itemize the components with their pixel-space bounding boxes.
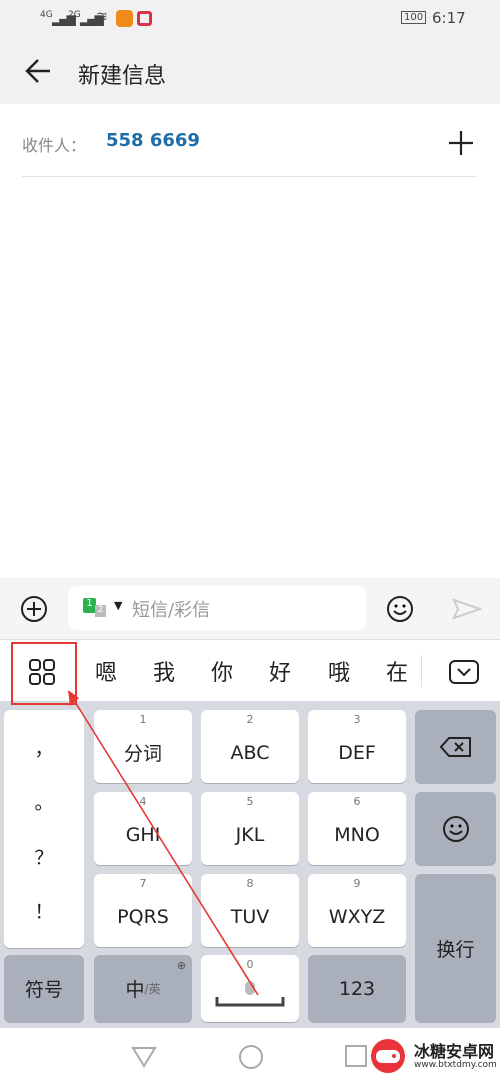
globe-icon: ⊕ xyxy=(176,959,186,972)
app-notification-icon xyxy=(116,10,133,27)
lang-sub: /英 xyxy=(144,982,161,996)
key-number: 4 xyxy=(139,795,147,808)
watermark-url: www.btxtdmy.com xyxy=(414,1060,497,1070)
key-label: 分词 xyxy=(123,743,162,765)
watermark-name: 冰糖安卓网 xyxy=(414,1042,495,1061)
symbols-key[interactable]: 符号 xyxy=(4,955,84,1022)
emoji-icon xyxy=(442,815,469,842)
punct-key[interactable]: 。 xyxy=(34,788,53,815)
compose-bar: 1 2 ▼ 短信/彩信 xyxy=(0,578,500,640)
recipient-label: 收件人： xyxy=(22,136,87,155)
key-label: GHI xyxy=(125,823,161,846)
divider xyxy=(22,176,477,177)
numbers-key[interactable]: 123 xyxy=(308,955,406,1022)
punct-key[interactable]: ， xyxy=(34,734,53,761)
navigation-bar: 冰糖安卓网 www.btxtdmy.com xyxy=(0,1028,500,1084)
candidate-word[interactable]: 你 xyxy=(211,655,233,687)
recents-nav-icon[interactable] xyxy=(344,1044,368,1068)
candidate-bar: 嗯 我 你 好 哦 在 xyxy=(0,641,500,701)
home-nav-icon[interactable] xyxy=(238,1044,264,1070)
key-label: ABC xyxy=(230,741,270,764)
add-contact-icon[interactable] xyxy=(448,130,474,156)
space-key[interactable]: 0 xyxy=(201,955,299,1022)
key-number: 8 xyxy=(246,877,254,890)
app-notification-icon xyxy=(137,11,152,26)
send-icon[interactable] xyxy=(452,598,482,620)
key-number: 9 xyxy=(353,877,361,890)
key-number: 5 xyxy=(246,795,254,808)
signal-2g-icon: 2G xyxy=(68,10,81,20)
caret-down-icon[interactable]: ▼ xyxy=(114,599,122,612)
key-8[interactable]: 8 TUV xyxy=(201,874,299,947)
message-placeholder: 短信/彩信 xyxy=(132,600,211,621)
back-nav-icon[interactable] xyxy=(131,1046,157,1068)
candidate-word[interactable]: 哦 xyxy=(328,655,350,687)
hide-keyboard-icon[interactable] xyxy=(449,660,479,684)
key-label: TUV xyxy=(230,905,270,928)
candidate-word[interactable]: 嗯 xyxy=(95,655,117,687)
back-arrow-icon[interactable] xyxy=(24,58,52,84)
backspace-key[interactable] xyxy=(415,710,496,783)
watermark-logo: 冰糖安卓网 www.btxtdmy.com xyxy=(368,1036,500,1080)
add-attachment-icon[interactable] xyxy=(20,595,48,623)
key-number: 6 xyxy=(353,795,361,808)
key-label: JKL xyxy=(235,823,265,846)
recipient-row[interactable]: 收件人： 558 6669 xyxy=(0,104,500,178)
backspace-icon xyxy=(439,736,471,757)
message-area xyxy=(0,178,500,578)
punct-key[interactable]: ！ xyxy=(34,897,53,924)
key-7[interactable]: 7 PQRS xyxy=(94,874,192,947)
language-switch-key[interactable]: 中/英 ⊕ xyxy=(94,955,192,1022)
punct-key[interactable]: ？ xyxy=(34,843,53,870)
key-number: 2 xyxy=(246,713,254,726)
app-bar: 新建信息 xyxy=(0,38,500,104)
key-number: 7 xyxy=(139,877,147,890)
clock: 6:17 xyxy=(432,9,466,27)
key-number: 1 xyxy=(139,713,147,726)
key-4[interactable]: 4 GHI xyxy=(94,792,192,865)
sim-card-2-icon: 2 xyxy=(95,605,106,617)
key-3[interactable]: 3 DEF xyxy=(308,710,406,783)
divider xyxy=(421,655,422,687)
space-microphone-icon xyxy=(215,980,285,1006)
message-input[interactable]: 1 2 ▼ 短信/彩信 xyxy=(68,586,366,630)
key-label: MNO xyxy=(334,823,380,846)
key-5[interactable]: 5 JKL xyxy=(201,792,299,865)
keyboard: ， 。 ？ ！ 1 分词 2 ABC 3 DEF 4 GHI 5 JKL 6 MNO 7 PQ… xyxy=(0,701,500,1028)
recipient-number[interactable]: 558 6669 xyxy=(106,130,200,151)
candidate-word[interactable]: 在 xyxy=(386,655,408,687)
key-1[interactable]: 1 分词 xyxy=(94,710,192,783)
key-9[interactable]: 9 WXYZ xyxy=(308,874,406,947)
candidate-word[interactable]: 好 xyxy=(269,655,291,687)
key-label: PQRS xyxy=(117,905,169,928)
status-bar: 4G ▂▄▆ 2G ▂▄▆ ≋ 100 6:17 xyxy=(0,0,500,38)
key-6[interactable]: 6 MNO xyxy=(308,792,406,865)
keyboard-menu-icon[interactable] xyxy=(28,658,56,686)
battery-icon: 100 xyxy=(401,11,427,24)
key-label: WXYZ xyxy=(328,905,386,928)
gamepad-logo-icon xyxy=(371,1039,405,1073)
key-number: 3 xyxy=(353,713,361,726)
key-number: 0 xyxy=(246,958,254,971)
page-title: 新建信息 xyxy=(78,64,167,89)
signal-4g-icon: 4G xyxy=(40,10,53,20)
emoji-icon[interactable] xyxy=(386,595,414,623)
wifi-icon: ≋ xyxy=(96,9,108,25)
key-2[interactable]: 2 ABC xyxy=(201,710,299,783)
lang-main: 中 xyxy=(125,979,145,1001)
enter-key[interactable]: 换行 xyxy=(415,874,496,1022)
candidate-word[interactable]: 我 xyxy=(153,655,175,687)
punctuation-column[interactable]: ， 。 ？ ！ xyxy=(4,710,84,948)
emoji-key[interactable] xyxy=(415,792,496,865)
key-label: DEF xyxy=(338,741,376,764)
